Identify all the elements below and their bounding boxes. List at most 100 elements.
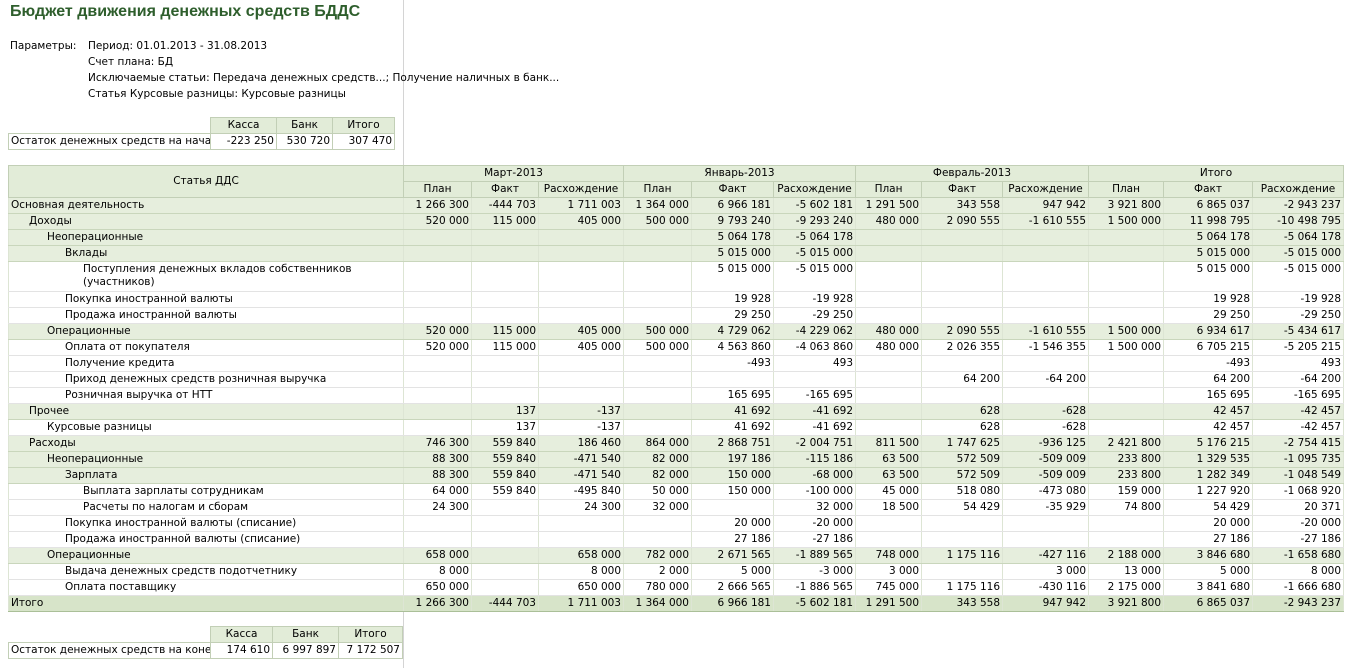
row-value-cell: 20 371	[1252, 499, 1345, 516]
table-row: Курсовые разницы 137 -137 41 692 -41 692 628-…	[8, 419, 1345, 436]
row-value-cell: 748 000	[855, 547, 923, 564]
row-value-cell: -471 540	[538, 451, 624, 468]
row-value-cell: -35 929	[1002, 499, 1090, 516]
row-value-cell: 5 015 000	[691, 245, 774, 262]
row-value-cell	[471, 307, 539, 324]
row-value-cell: 658 000	[403, 547, 472, 564]
row-value-cell: 20 000	[1163, 515, 1254, 532]
row-value-cell: 628	[921, 419, 1004, 436]
row-value-cell: -29 250	[1252, 307, 1345, 324]
row-value-cell	[403, 245, 472, 262]
row-value-cell: 493	[772, 355, 857, 372]
row-value-cell: -2 943 237	[1252, 197, 1345, 214]
row-value-cell	[403, 387, 472, 404]
row-value-cell: 82 000	[623, 467, 692, 484]
row-value-cell: 6 934 617	[1163, 323, 1254, 340]
row-value-cell: -41 692	[772, 403, 857, 420]
row-value-cell: -2 754 415	[1252, 435, 1345, 452]
table-row: Прочее 137 -137 41 692 -41 692 628 -628 42 457-…	[8, 403, 1345, 420]
row-value-cell: 27 186	[1163, 531, 1254, 548]
row-value-cell: 29 250	[1163, 307, 1254, 324]
row-value-cell: 1 175 116	[921, 579, 1004, 596]
row-value-cell	[855, 419, 923, 436]
table-row: Розничная выручка от НТТ 165 695 -165 695 1…	[8, 387, 1345, 404]
table-row: Неоперационные 88 300 559 840 -471 540 82 00…	[8, 451, 1345, 468]
start-balance-bank: 530 720	[276, 133, 333, 150]
row-value-cell: 2 868 751	[691, 435, 774, 452]
row-value-cell: -19 928	[1252, 291, 1345, 308]
row-value-cell: 572 509	[921, 451, 1004, 468]
row-value-cell: 1 329 535	[1163, 451, 1254, 468]
row-value-cell	[855, 531, 923, 548]
table-row: Приход денежных средств розничная выручк…	[8, 371, 1345, 388]
table-row: Неоперационные 5 064 178 -5 064 178 5 064 1…	[8, 229, 1345, 246]
row-value-cell	[1088, 403, 1165, 420]
row-value-cell	[1088, 387, 1165, 404]
row-value-cell	[471, 355, 539, 372]
row-value-cell	[471, 563, 539, 580]
header-period-february: Февраль-2013	[855, 165, 1090, 182]
row-value-cell: 1 364 000	[623, 197, 692, 214]
row-value-cell	[403, 371, 472, 388]
row-value-cell	[921, 531, 1004, 548]
row-value-cell	[403, 403, 472, 420]
header-variance: Расхождение	[1002, 181, 1090, 198]
row-value-cell: 1 227 920	[1163, 483, 1254, 500]
row-value-cell	[538, 387, 624, 404]
row-value-cell: 165 695	[691, 387, 774, 404]
row-value-cell: 5 064 178	[691, 229, 774, 246]
row-value-cell	[471, 499, 539, 516]
row-value-cell: 8 000	[1252, 563, 1345, 580]
header-period-march: Март-2013	[403, 165, 624, 182]
row-value-cell: 746 300	[403, 435, 472, 452]
row-value-cell: -10 498 795	[1252, 213, 1345, 230]
header-period-total: Итого	[1088, 165, 1345, 182]
row-value-cell: 88 300	[403, 451, 472, 468]
row-value-cell: 1 500 000	[1088, 213, 1165, 230]
row-value-cell: 6 865 037	[1163, 197, 1254, 214]
row-value-cell: -495 840	[538, 483, 624, 500]
row-value-cell: 658 000	[538, 547, 624, 564]
row-value-cell	[921, 563, 1004, 580]
row-value-cell	[1088, 355, 1165, 372]
row-value-cell: -20 000	[772, 515, 857, 532]
table-row: Доходы 520 000 115 000 405 000 500 000 9 793 …	[8, 213, 1345, 230]
row-value-cell	[471, 387, 539, 404]
row-value-cell: 520 000	[403, 323, 472, 340]
row-value-cell	[1088, 229, 1165, 246]
row-value-cell: 42 457	[1163, 403, 1254, 420]
row-value-cell	[471, 291, 539, 308]
row-value-cell: 41 692	[691, 419, 774, 436]
row-value-cell: 159 000	[1088, 483, 1165, 500]
row-article-name: Поступления денежных вкладов собственник…	[8, 261, 404, 292]
table-row: Расчеты по налогам и сборам 24 300 24 300 3…	[8, 499, 1345, 516]
row-value-cell: 4 729 062	[691, 323, 774, 340]
row-value-cell: -64 200	[1252, 371, 1345, 388]
row-value-cell: 5 176 215	[1163, 435, 1254, 452]
table-row: Оплата от покупателя 520 000 115 000 405 00…	[8, 339, 1345, 356]
header-plan: План	[623, 181, 692, 198]
row-value-cell: 559 840	[471, 435, 539, 452]
row-value-cell: 2 000	[623, 563, 692, 580]
row-article-name: Вклады	[8, 245, 404, 262]
row-value-cell: 4 563 860	[691, 339, 774, 356]
header-fact: Факт	[921, 181, 1004, 198]
row-value-cell: 115 000	[471, 339, 539, 356]
row-value-cell: 8 000	[538, 563, 624, 580]
row-article-name: Неоперационные	[8, 451, 404, 468]
row-value-cell: 137	[471, 419, 539, 436]
row-value-cell: 54 429	[1163, 499, 1254, 516]
table-row: Расходы 746 300 559 840 186 460 864 000 2 868…	[8, 435, 1345, 452]
row-value-cell	[921, 355, 1004, 372]
header-fact: Факт	[691, 181, 774, 198]
row-value-cell: 32 000	[772, 499, 857, 516]
row-value-cell: -430 116	[1002, 579, 1090, 596]
start-balance-header-bank: Банк	[276, 117, 333, 134]
table-row: Покупка иностранной валюты 19 928 -19 928 1…	[8, 291, 1345, 308]
row-article-name: Основная деятельность	[8, 197, 404, 214]
row-value-cell	[471, 531, 539, 548]
row-value-cell: -137	[538, 419, 624, 436]
row-value-cell: 572 509	[921, 467, 1004, 484]
row-value-cell	[538, 515, 624, 532]
row-value-cell: -444 703	[471, 197, 539, 214]
